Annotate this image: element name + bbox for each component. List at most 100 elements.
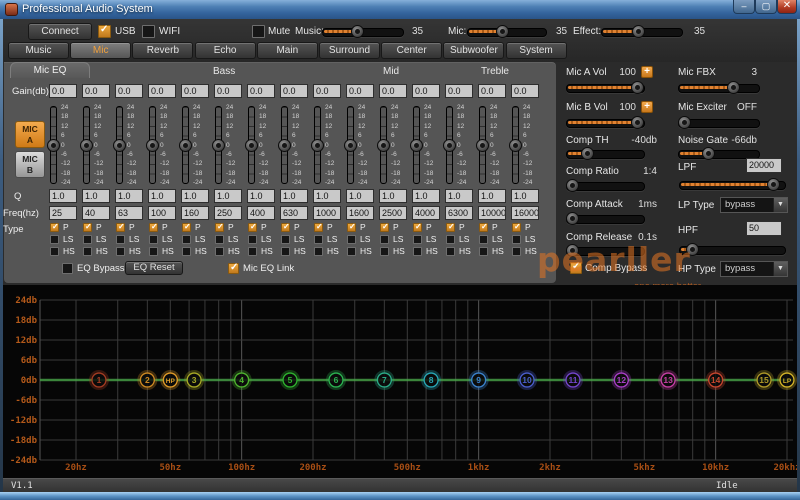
q-input[interactable]: 1.0: [82, 189, 110, 203]
gain-slider-knob[interactable]: [47, 139, 60, 152]
freq-input[interactable]: 10000: [478, 206, 506, 220]
freq-input[interactable]: 1600: [346, 206, 374, 220]
q-input[interactable]: 1.0: [478, 189, 506, 203]
freq-input[interactable]: 1000: [313, 206, 341, 220]
hpf-slider-knob[interactable]: [686, 243, 699, 256]
type-ls-checkbox[interactable]: [215, 235, 224, 244]
close-button[interactable]: ✕: [777, 0, 797, 14]
q-input[interactable]: 1.0: [247, 189, 275, 203]
hp-type-dropdown-arrow-icon[interactable]: ▼: [773, 262, 787, 276]
gain-slider[interactable]: 24181260-6-12-18-24: [445, 104, 473, 186]
gain-slider-knob[interactable]: [245, 139, 258, 152]
comp-ratio-slider[interactable]: [566, 182, 645, 191]
gain-input[interactable]: 0.0: [82, 84, 110, 98]
freq-input[interactable]: 100: [148, 206, 176, 220]
type-p-checkbox[interactable]: [479, 223, 488, 232]
comp-bypass-checkbox[interactable]: [570, 262, 582, 274]
gain-input[interactable]: 0.0: [511, 84, 539, 98]
lpf-slider[interactable]: [679, 181, 786, 190]
type-ls-checkbox[interactable]: [446, 235, 455, 244]
type-hs-checkbox[interactable]: [116, 247, 125, 256]
type-p-checkbox[interactable]: [83, 223, 92, 232]
tab-echo[interactable]: Echo: [195, 42, 256, 59]
type-hs-checkbox[interactable]: [149, 247, 158, 256]
tab-system[interactable]: System: [506, 42, 567, 59]
mute-checkbox[interactable]: [252, 25, 265, 38]
noise-gate-slider-knob[interactable]: [702, 147, 715, 160]
q-input[interactable]: 1.0: [379, 189, 407, 203]
type-ls-checkbox[interactable]: [182, 235, 191, 244]
mic-fbx-slider[interactable]: [678, 84, 760, 93]
gain-input[interactable]: 0.0: [247, 84, 275, 98]
q-input[interactable]: 1.0: [412, 189, 440, 203]
wifi-checkbox[interactable]: [142, 25, 155, 38]
gain-slider-knob[interactable]: [80, 139, 93, 152]
tab-mic[interactable]: Mic: [70, 42, 131, 59]
type-p-checkbox[interactable]: [413, 223, 422, 232]
q-input[interactable]: 1.0: [214, 189, 242, 203]
q-input[interactable]: 1.0: [511, 189, 539, 203]
type-p-checkbox[interactable]: [215, 223, 224, 232]
type-hs-checkbox[interactable]: [281, 247, 290, 256]
eq-reset-button[interactable]: EQ Reset: [125, 261, 183, 275]
gain-input[interactable]: 0.0: [412, 84, 440, 98]
type-hs-checkbox[interactable]: [50, 247, 59, 256]
music-master-slider-knob[interactable]: [351, 25, 364, 38]
type-hs-checkbox[interactable]: [182, 247, 191, 256]
gain-input[interactable]: 0.0: [115, 84, 143, 98]
gain-slider[interactable]: 24181260-6-12-18-24: [49, 104, 77, 186]
type-ls-checkbox[interactable]: [347, 235, 356, 244]
gain-slider[interactable]: 24181260-6-12-18-24: [247, 104, 275, 186]
gain-slider[interactable]: 24181260-6-12-18-24: [412, 104, 440, 186]
tab-subwoofer[interactable]: Subwoofer: [443, 42, 504, 59]
gain-slider-knob[interactable]: [311, 139, 324, 152]
mic-b-vol-add-button[interactable]: +: [641, 101, 653, 113]
tab-music[interactable]: Music: [8, 42, 69, 59]
type-hs-checkbox[interactable]: [413, 247, 422, 256]
effect-master-slider[interactable]: [601, 28, 683, 37]
type-p-checkbox[interactable]: [149, 223, 158, 232]
lpf-slider-knob[interactable]: [767, 178, 780, 191]
effect-master-slider-knob[interactable]: [632, 25, 645, 38]
gain-input[interactable]: 0.0: [214, 84, 242, 98]
comp-attack-slider[interactable]: [566, 215, 645, 224]
type-hs-checkbox[interactable]: [479, 247, 488, 256]
freq-input[interactable]: 250: [214, 206, 242, 220]
gain-slider[interactable]: 24181260-6-12-18-24: [313, 104, 341, 186]
hpf-slider[interactable]: [679, 246, 786, 255]
type-p-checkbox[interactable]: [314, 223, 323, 232]
gain-input[interactable]: 0.0: [148, 84, 176, 98]
tab-surround[interactable]: Surround: [319, 42, 380, 59]
type-p-checkbox[interactable]: [347, 223, 356, 232]
mic-eq-link-checkbox[interactable]: [228, 263, 239, 274]
mic-exciter-slider-knob[interactable]: [678, 116, 691, 129]
freq-input[interactable]: 400: [247, 206, 275, 220]
eq-bypass-checkbox[interactable]: [62, 263, 73, 274]
mic-b-vol-slider[interactable]: [566, 119, 645, 128]
type-ls-checkbox[interactable]: [281, 235, 290, 244]
type-p-checkbox[interactable]: [248, 223, 257, 232]
comp-th-slider-knob[interactable]: [581, 147, 594, 160]
type-ls-checkbox[interactable]: [116, 235, 125, 244]
gain-input[interactable]: 0.0: [280, 84, 308, 98]
type-hs-checkbox[interactable]: [83, 247, 92, 256]
gain-slider[interactable]: 24181260-6-12-18-24: [115, 104, 143, 186]
gain-slider-knob[interactable]: [377, 139, 390, 152]
lpf-input[interactable]: 20000: [746, 158, 782, 173]
type-ls-checkbox[interactable]: [479, 235, 488, 244]
q-input[interactable]: 1.0: [346, 189, 374, 203]
gain-input[interactable]: 0.0: [346, 84, 374, 98]
gain-slider-knob[interactable]: [410, 139, 423, 152]
q-input[interactable]: 1.0: [445, 189, 473, 203]
type-p-checkbox[interactable]: [116, 223, 125, 232]
connect-button[interactable]: Connect: [28, 23, 92, 40]
gain-slider[interactable]: 24181260-6-12-18-24: [511, 104, 539, 186]
gain-slider[interactable]: 24181260-6-12-18-24: [280, 104, 308, 186]
gain-slider-knob[interactable]: [443, 139, 456, 152]
gain-slider[interactable]: 24181260-6-12-18-24: [82, 104, 110, 186]
gain-slider-knob[interactable]: [212, 139, 225, 152]
gain-slider-knob[interactable]: [278, 139, 291, 152]
mic-a-vol-add-button[interactable]: +: [641, 66, 653, 78]
freq-input[interactable]: 63: [115, 206, 143, 220]
mic-fbx-slider-knob[interactable]: [727, 81, 740, 94]
